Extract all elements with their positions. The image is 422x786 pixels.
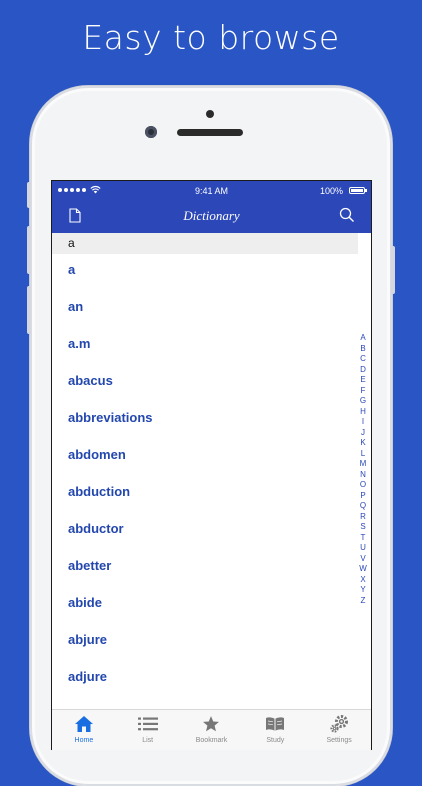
list-item[interactable]: abjure <box>52 624 371 661</box>
index-letter[interactable]: E <box>358 375 368 386</box>
index-letter[interactable]: Q <box>358 501 368 512</box>
mute-switch <box>27 182 31 208</box>
list-item[interactable]: abdomen <box>52 439 371 476</box>
list-item[interactable]: a.m <box>52 328 371 365</box>
star-icon <box>203 716 220 732</box>
list-item[interactable]: abductor <box>52 513 371 550</box>
battery-icon <box>349 187 367 194</box>
alphabet-index[interactable]: A B C D E F G H I J K L M N O P Q R S T … <box>358 333 368 606</box>
index-letter[interactable]: H <box>358 407 368 418</box>
book-icon <box>266 717 285 731</box>
battery-percent: 100% <box>319 186 343 196</box>
status-bar: 9:41 AM 100% <box>52 185 371 199</box>
volume-down-button <box>27 286 31 334</box>
front-camera <box>145 126 157 138</box>
index-letter[interactable]: W <box>358 564 368 575</box>
index-letter[interactable]: I <box>358 417 368 428</box>
tab-label: Bookmark <box>195 737 228 744</box>
list-item[interactable]: abduction <box>52 476 371 513</box>
search-icon[interactable] <box>339 207 355 223</box>
index-letter[interactable]: J <box>358 428 368 439</box>
tab-label: Study <box>266 737 285 744</box>
tab-settings[interactable]: Settings <box>307 710 371 750</box>
index-letter[interactable]: M <box>358 459 368 470</box>
index-letter[interactable]: V <box>358 554 368 565</box>
tab-home[interactable]: Home <box>52 710 116 750</box>
index-letter[interactable]: C <box>358 354 368 365</box>
list-item[interactable]: abbreviations <box>52 402 371 439</box>
index-letter[interactable]: Z <box>358 596 368 607</box>
tab-bar: Home List Bookmark Study Settings <box>52 709 371 750</box>
index-letter[interactable]: P <box>358 491 368 502</box>
index-letter[interactable]: U <box>358 543 368 554</box>
list-item[interactable]: a <box>52 254 371 291</box>
app-screen: 9:41 AM 100% Dictionary a a an a.m abacu… <box>51 180 372 750</box>
index-letter[interactable]: N <box>358 470 368 481</box>
list-item[interactable]: abide <box>52 587 371 624</box>
home-icon <box>74 716 93 732</box>
index-letter[interactable]: R <box>358 512 368 523</box>
index-letter[interactable]: D <box>358 365 368 376</box>
tab-study[interactable]: Study <box>243 710 307 750</box>
earpiece-speaker <box>177 129 243 136</box>
tab-label: List <box>142 737 154 744</box>
index-letter[interactable]: L <box>358 449 368 460</box>
index-letter[interactable]: Y <box>358 585 368 596</box>
list-item[interactable]: adjure <box>52 661 371 698</box>
index-letter[interactable]: B <box>358 344 368 355</box>
index-letter[interactable]: O <box>358 480 368 491</box>
index-letter[interactable]: S <box>358 522 368 533</box>
list-item[interactable]: an <box>52 291 371 328</box>
index-letter[interactable]: G <box>358 396 368 407</box>
power-button <box>391 246 395 294</box>
page-title: Dictionary <box>183 208 240 223</box>
headline: Easy to browse <box>82 18 340 57</box>
gear-icon <box>330 715 349 733</box>
volume-up-button <box>27 226 31 274</box>
proximity-sensor <box>206 110 214 118</box>
index-letter[interactable]: A <box>358 333 368 344</box>
list-icon <box>137 717 158 731</box>
index-letter[interactable]: K <box>358 438 368 449</box>
tab-list[interactable]: List <box>116 710 180 750</box>
tab-label: Settings <box>326 737 352 744</box>
index-letter[interactable]: T <box>358 533 368 544</box>
index-letter[interactable]: F <box>358 386 368 397</box>
tab-bookmark[interactable]: Bookmark <box>180 710 244 750</box>
index-letter[interactable]: X <box>358 575 368 586</box>
section-header: a <box>52 233 358 254</box>
nav-bar: 9:41 AM 100% Dictionary <box>52 181 371 233</box>
tab-label: Home <box>74 737 94 744</box>
word-list: a an a.m abacus abbreviations abdomen ab… <box>52 254 371 698</box>
list-item[interactable]: abacus <box>52 365 371 402</box>
list-item[interactable]: abetter <box>52 550 371 587</box>
